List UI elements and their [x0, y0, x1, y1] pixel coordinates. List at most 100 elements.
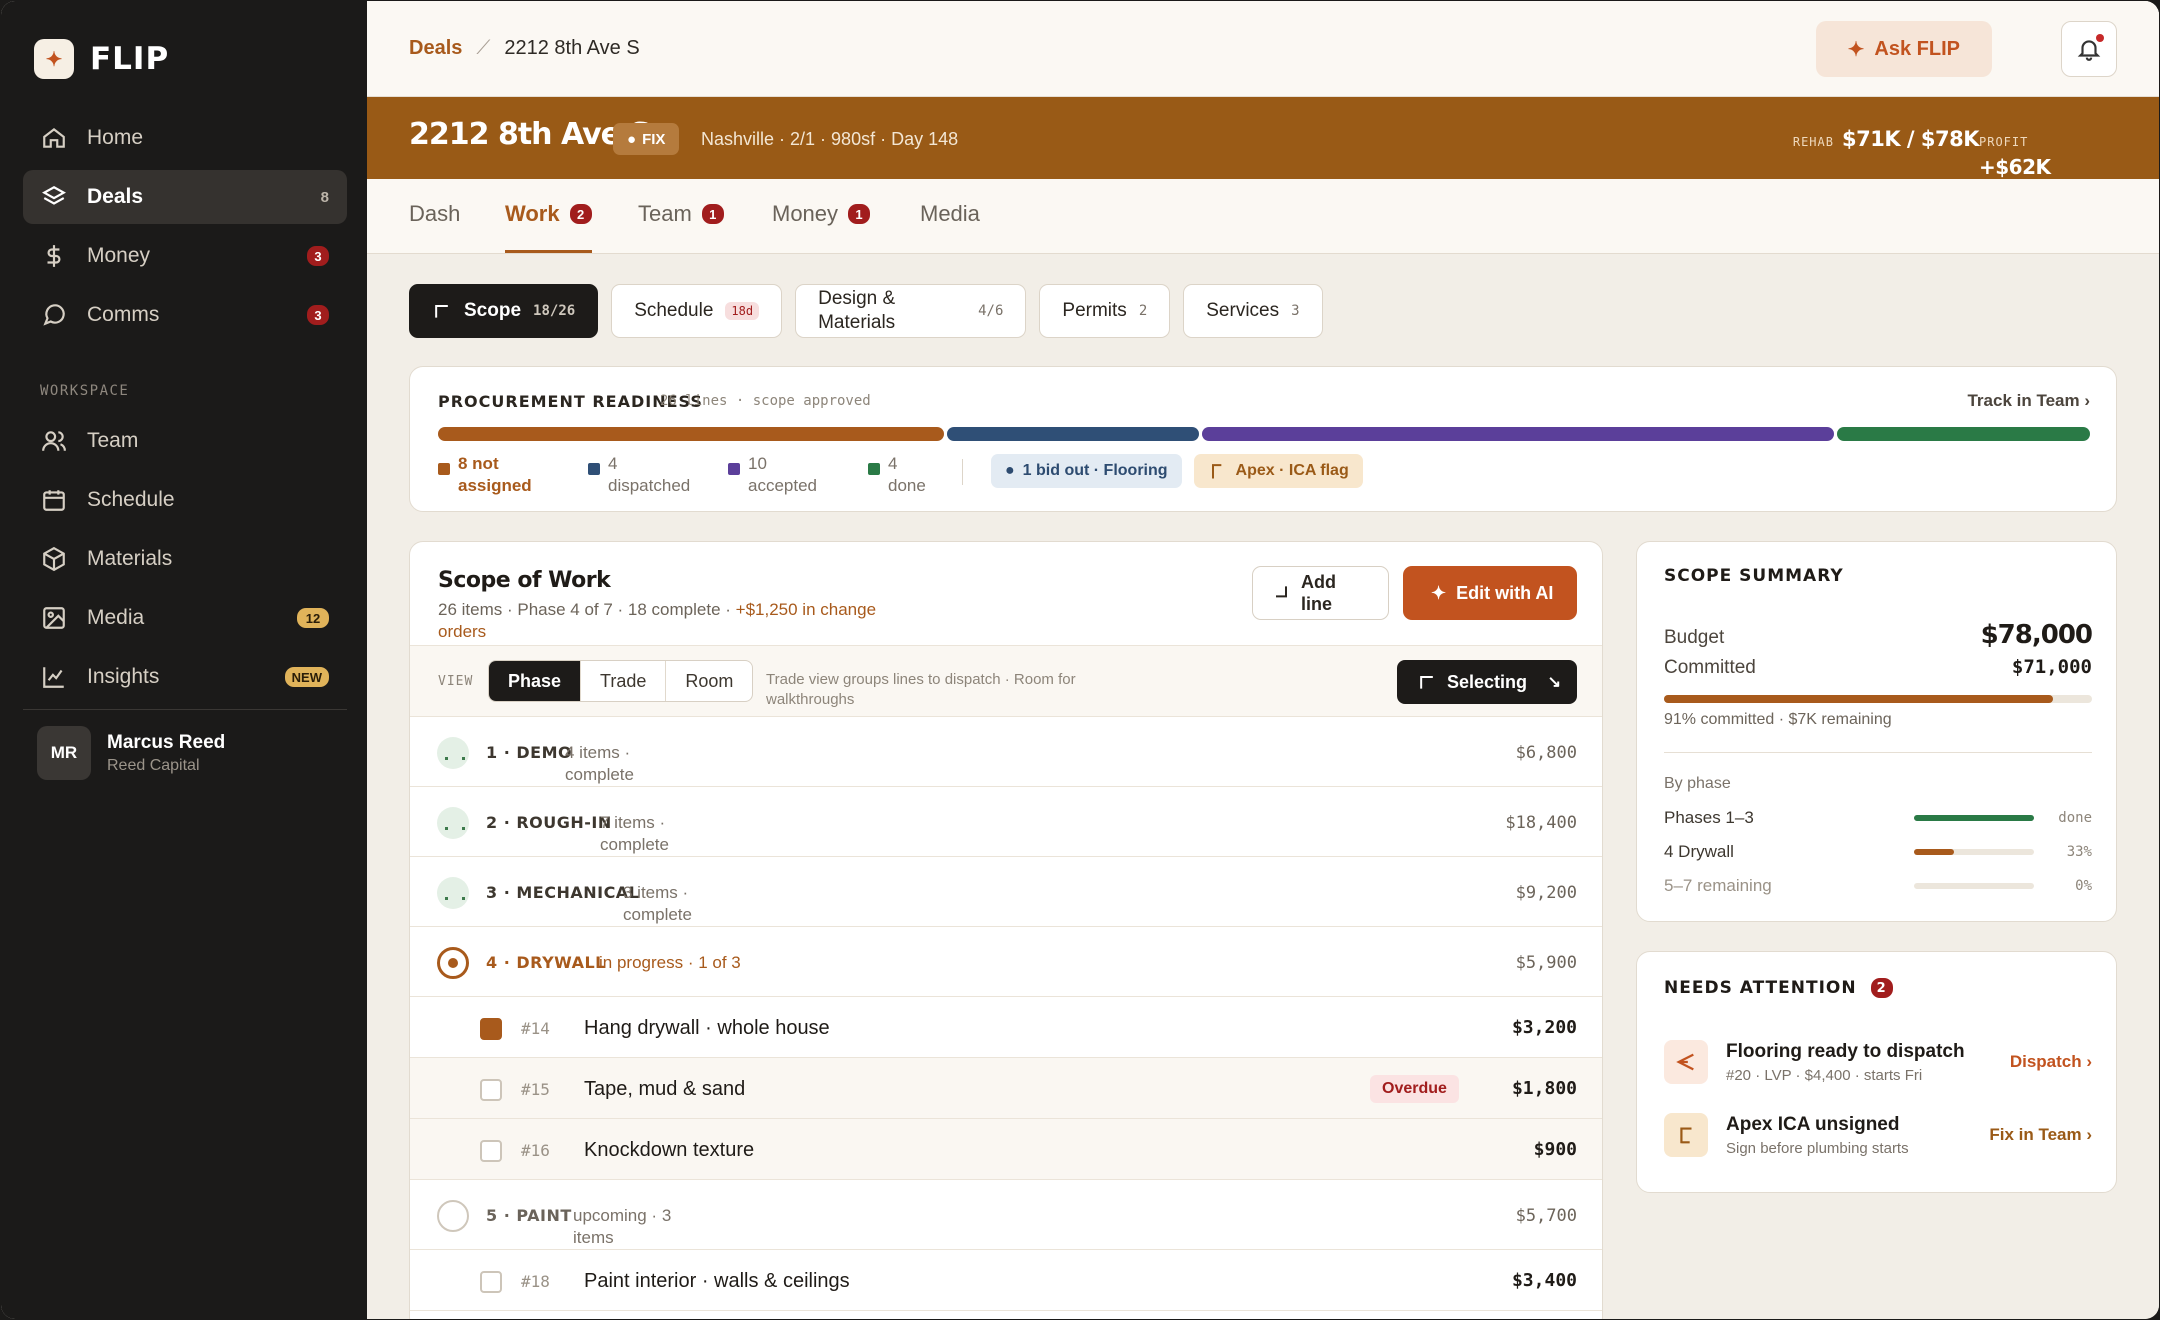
sidebar-item-media[interactable]: Media 12 [23, 591, 347, 645]
phase-row[interactable]: 5 · PAINT upcoming · 3 items $5,700 [410, 1180, 1602, 1250]
add-line-button[interactable]: Add line [1252, 566, 1389, 620]
fix-in-team-link[interactable]: Fix in Team › [1989, 1125, 2092, 1145]
cursor-icon: ↘ [1547, 674, 1561, 691]
phase-amount: $18,400 [1505, 813, 1577, 833]
legend-dispatched: 4 dispatched [588, 453, 698, 497]
phase-progress-fill [1914, 815, 2034, 821]
ask-flip-button[interactable]: ✦ Ask FLIP [1815, 21, 1992, 77]
view-hint: Trade view groups lines to dispatch · Ro… [766, 671, 1076, 708]
subtab-permits[interactable]: Permits 2 [1039, 284, 1171, 338]
user-org: Reed Capital [107, 756, 200, 774]
ica-flag-chip[interactable]: Apex · ICA flag [1193, 454, 1363, 488]
sidebar-item-comms[interactable]: Comms 3 [23, 288, 347, 342]
legend-not-assigned: 8 not assigned [438, 453, 558, 497]
subtab-schedule[interactable]: Schedule 18d [611, 284, 783, 338]
brand-logo[interactable]: ✦ FLIP [34, 39, 169, 79]
item-checkbox[interactable] [480, 1271, 502, 1293]
user-profile[interactable]: MR Marcus Reed Reed Capital [37, 726, 225, 780]
flag-icon [1211, 464, 1221, 479]
subtab-design-materials[interactable]: Design & Materials 4/6 [795, 284, 1027, 338]
item-checkbox[interactable] [480, 1140, 502, 1162]
main-content: Deals ⟋ 2212 8th Ave S ✦ Ask FLIP 2212 8… [367, 1, 2159, 1319]
bid-out-chip[interactable]: ● 1 bid out · Flooring [991, 454, 1182, 488]
phase-progress-name: 4 Drywall [1664, 842, 1734, 861]
phase-amount: $5,700 [1515, 1206, 1577, 1226]
view-phase-button[interactable]: Phase [489, 661, 581, 701]
phase-progress-track [1914, 849, 2034, 855]
sidebar-item-schedule[interactable]: Schedule [23, 473, 347, 527]
tab-label: Money [772, 201, 839, 226]
subtab-count: 2 [1138, 303, 1148, 319]
sidebar-item-team[interactable]: Team [23, 414, 347, 468]
tab-label: Team [638, 201, 692, 226]
sidebar-item-money[interactable]: Money 3 [23, 229, 347, 283]
subtab-scope[interactable]: Scope 18/26 [409, 284, 599, 338]
edit-with-ai-button[interactable]: ✦ Edit with AI [1403, 566, 1577, 620]
procurement-segment [1202, 427, 1835, 441]
item-name: Knockdown texture [584, 1139, 755, 1161]
item-checkbox[interactable] [480, 1018, 502, 1040]
procurement-segment [1837, 427, 2090, 441]
tab-team[interactable]: Team 1 [638, 201, 724, 253]
sidebar-item-insights[interactable]: Insights NEW [23, 650, 347, 704]
tab-badge: 1 [848, 204, 871, 224]
phase-row[interactable]: 2 · ROUGH-IN 7 items · complete $18,400 [410, 787, 1602, 857]
line-item[interactable]: #14 Hang drywall · whole house $3,200 [410, 997, 1602, 1058]
phase-row[interactable]: 1 · DEMO 4 items · complete $6,800 [410, 717, 1602, 787]
line-item[interactable]: #16 Knockdown texture $900 [410, 1119, 1602, 1180]
tab-media[interactable]: Media [920, 201, 980, 253]
breadcrumb-deals[interactable]: Deals [409, 37, 462, 60]
phase-name: 2 · ROUGH-IN [486, 813, 612, 832]
phase-amount: $9,200 [1515, 883, 1577, 903]
line-item[interactable]: #15 Tape, mud & sand Overdue $1,800 [410, 1058, 1602, 1119]
main-nav: Home Deals 8 Money 3 Comms 3 [23, 111, 347, 347]
phase-progress-fill [1914, 849, 1954, 855]
attention-item[interactable]: Apex ICA unsigned Sign before plumbing s… [1664, 1105, 2092, 1165]
procurement-readiness-card: PROCUREMENT READINESS 26 lines · scope a… [409, 366, 2117, 512]
phase-progress-row: 5–7 remaining 0% [1664, 874, 2092, 898]
view-room-button[interactable]: Room [665, 661, 752, 701]
notifications-button[interactable] [2061, 21, 2117, 77]
attention-item[interactable]: Flooring ready to dispatch #20 · LVP · $… [1664, 1032, 2092, 1092]
tab-dash[interactable]: Dash [409, 201, 460, 253]
legend-swatch [728, 463, 740, 475]
phase-row[interactable]: 3 · MECHANICAL 3 items · complete $9,200 [410, 857, 1602, 927]
work-subtabs: Scope 18/26 Schedule 18d Design & Materi… [409, 284, 1323, 338]
home-icon [41, 125, 67, 151]
line-item[interactable]: #18 Paint interior · walls & ceilings $3… [410, 1250, 1602, 1311]
view-trade-button[interactable]: Trade [580, 661, 665, 701]
insights-new-badge: NEW [284, 667, 329, 687]
chat-icon [41, 302, 67, 328]
item-number: #18 [521, 1272, 550, 1291]
phase-amount: $5,900 [1515, 953, 1577, 973]
dot-icon: ● [1005, 462, 1015, 479]
dispatch-link[interactable]: Dispatch › [2010, 1052, 2092, 1072]
profit-stat: PROFIT +$62K [1979, 133, 2059, 179]
phase-name: 5 · PAINT [486, 1206, 572, 1225]
committed-label: Committed [1664, 657, 1756, 678]
tab-work[interactable]: Work 2 [505, 201, 592, 253]
phase-status: 3 items · complete [623, 883, 692, 924]
selecting-button[interactable]: Selecting ↘ [1397, 660, 1577, 704]
track-in-team-link[interactable]: Track in Team › [1967, 391, 2090, 411]
subtab-services[interactable]: Services 3 [1183, 284, 1323, 338]
user-name: Marcus Reed [107, 731, 226, 753]
breadcrumb-current: 2212 8th Ave S [504, 37, 640, 59]
tab-money[interactable]: Money 1 [772, 201, 871, 253]
money-badge: 3 [307, 246, 329, 266]
sidebar-item-materials[interactable]: Materials [23, 532, 347, 586]
phase-progress-name: Phases 1–3 [1664, 808, 1754, 827]
sidebar-item-home[interactable]: Home [23, 111, 347, 165]
phase-progress-row: Phases 1–3 done [1664, 806, 2092, 830]
sidebar-item-deals[interactable]: Deals 8 [23, 170, 347, 224]
chip-label: 1 bid out · Flooring [1022, 462, 1168, 479]
scope-summary-text: 26 items · Phase 4 of 7 · 18 complete · [438, 600, 736, 619]
phase-row-current[interactable]: 4 · DRYWALL in progress · 1 of 3 $5,900 [410, 927, 1602, 997]
comms-badge: 3 [307, 305, 329, 325]
item-number: #15 [521, 1080, 550, 1099]
legend-swatch [868, 463, 880, 475]
add-line-label: Add line [1301, 572, 1336, 614]
subtab-count: 18/26 [533, 303, 576, 319]
item-checkbox[interactable] [480, 1079, 502, 1101]
legend-label: 10 accepted [748, 454, 817, 495]
